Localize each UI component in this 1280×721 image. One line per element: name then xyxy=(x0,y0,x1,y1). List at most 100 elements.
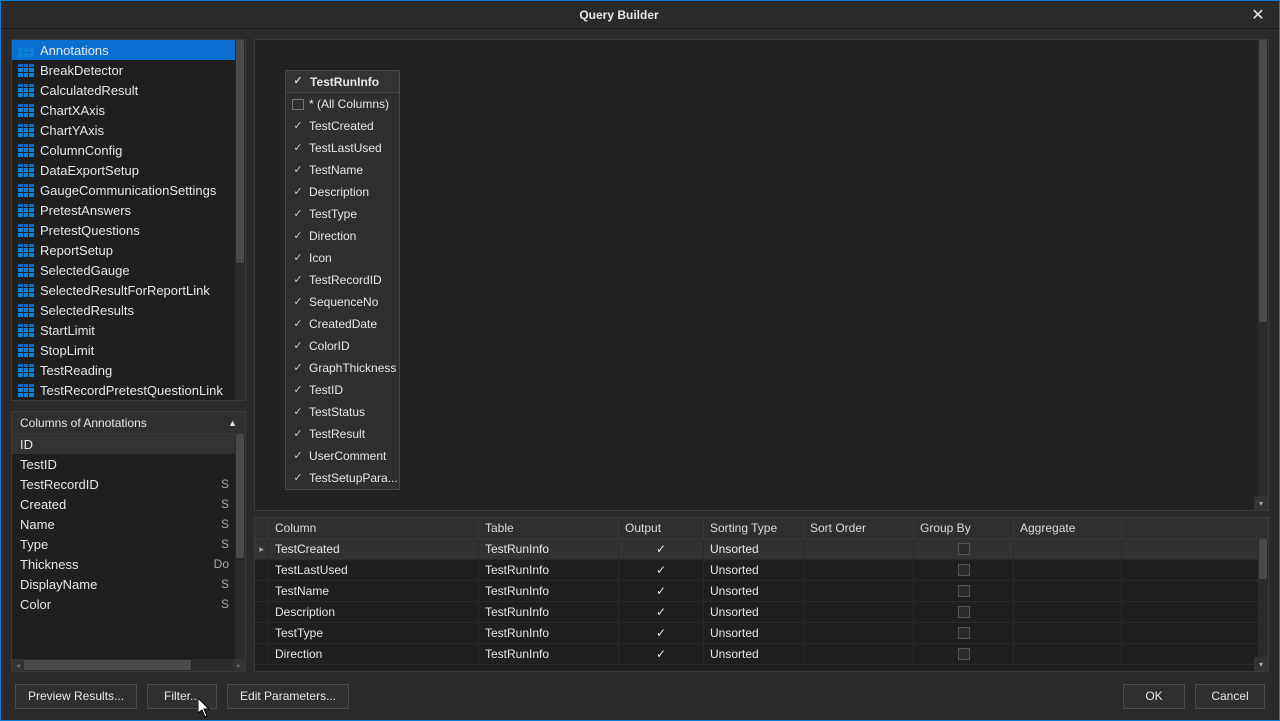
cell-column[interactable]: Description xyxy=(269,602,479,622)
column-item[interactable]: DisplayNameS xyxy=(12,574,235,594)
entity-testruninfo[interactable]: ✓ TestRunInfo * (All Columns)✓TestCreate… xyxy=(285,70,400,490)
cell-sort-order[interactable] xyxy=(804,644,914,664)
checkbox-icon[interactable] xyxy=(958,606,970,618)
table-item[interactable]: Annotations xyxy=(12,40,235,60)
cell-column[interactable]: Direction xyxy=(269,644,479,664)
entity-field[interactable]: ✓CreatedDate xyxy=(286,313,399,335)
grid-row[interactable]: TestTypeTestRunInfo✓Unsorted xyxy=(255,623,1268,644)
columns-hscrollbar[interactable]: ◂ ▸ xyxy=(12,659,245,671)
tables-scrollbar[interactable] xyxy=(235,40,245,400)
check-icon[interactable]: ✓ xyxy=(292,428,304,440)
column-item[interactable]: TestID xyxy=(12,454,235,474)
grid-row[interactable]: TestNameTestRunInfo✓Unsorted xyxy=(255,581,1268,602)
checkbox-icon[interactable] xyxy=(958,564,970,576)
table-item[interactable]: ColumnConfig xyxy=(12,140,235,160)
entity-field[interactable]: ✓SequenceNo xyxy=(286,291,399,313)
check-icon[interactable]: ✓ xyxy=(292,208,304,220)
entity-field[interactable]: ✓UserComment xyxy=(286,445,399,467)
cell-sort-order[interactable] xyxy=(804,602,914,622)
entity-field[interactable]: ✓TestLastUsed xyxy=(286,137,399,159)
check-icon[interactable]: ✓ xyxy=(292,120,304,132)
grid-scrollbar[interactable] xyxy=(1258,539,1268,671)
grid-header-group-by[interactable]: Group By xyxy=(914,518,1014,538)
entity-field[interactable]: ✓TestName xyxy=(286,159,399,181)
cancel-button[interactable]: Cancel xyxy=(1195,684,1265,709)
check-icon[interactable]: ✓ xyxy=(292,318,304,330)
cell-sorting-type[interactable]: Unsorted xyxy=(704,539,804,559)
table-item[interactable]: StopLimit xyxy=(12,340,235,360)
grid-header-sorting-type[interactable]: Sorting Type xyxy=(704,518,804,538)
entity-field[interactable]: ✓TestRecordID xyxy=(286,269,399,291)
entity-header[interactable]: ✓ TestRunInfo xyxy=(286,71,399,93)
table-item[interactable]: BreakDetector xyxy=(12,60,235,80)
cell-column[interactable]: TestLastUsed xyxy=(269,560,479,580)
cell-output[interactable]: ✓ xyxy=(619,581,704,601)
entity-field[interactable]: ✓TestStatus xyxy=(286,401,399,423)
cell-output[interactable]: ✓ xyxy=(619,602,704,622)
grid-scroll-down-icon[interactable]: ▾ xyxy=(1254,657,1268,671)
column-item[interactable]: TypeS xyxy=(12,534,235,554)
check-icon[interactable]: ✓ xyxy=(292,472,304,484)
table-item[interactable]: SelectedGauge xyxy=(12,260,235,280)
cell-group-by[interactable] xyxy=(914,581,1014,601)
cell-output[interactable]: ✓ xyxy=(619,623,704,643)
cell-table[interactable]: TestRunInfo xyxy=(479,581,619,601)
grid-row[interactable]: DescriptionTestRunInfo✓Unsorted xyxy=(255,602,1268,623)
cell-output[interactable]: ✓ xyxy=(619,560,704,580)
cell-aggregate[interactable] xyxy=(1014,539,1122,559)
table-item[interactable]: DataExportSetup xyxy=(12,160,235,180)
entity-field[interactable]: ✓TestResult xyxy=(286,423,399,445)
entity-field[interactable]: ✓TestType xyxy=(286,203,399,225)
grid-header-sort-order[interactable]: Sort Order xyxy=(804,518,914,538)
cell-sorting-type[interactable]: Unsorted xyxy=(704,560,804,580)
table-item[interactable]: StartLimit xyxy=(12,320,235,340)
check-icon[interactable]: ✓ xyxy=(292,450,304,462)
table-item[interactable]: GaugeCommunicationSettings xyxy=(12,180,235,200)
entity-field[interactable]: ✓Description xyxy=(286,181,399,203)
column-item[interactable]: CreatedS xyxy=(12,494,235,514)
cell-table[interactable]: TestRunInfo xyxy=(479,560,619,580)
grid-body[interactable]: ▸TestCreatedTestRunInfo✓UnsortedTestLast… xyxy=(255,539,1268,665)
column-item[interactable]: NameS xyxy=(12,514,235,534)
cell-group-by[interactable] xyxy=(914,644,1014,664)
column-item[interactable]: ID xyxy=(12,434,235,454)
cell-aggregate[interactable] xyxy=(1014,560,1122,580)
check-icon[interactable]: ✓ xyxy=(292,406,304,418)
check-icon[interactable]: ✓ xyxy=(292,384,304,396)
grid-header-column[interactable]: Column xyxy=(269,518,479,538)
cell-sort-order[interactable] xyxy=(804,539,914,559)
cell-table[interactable]: TestRunInfo xyxy=(479,644,619,664)
check-icon[interactable]: ✓ xyxy=(292,274,304,286)
columns-scrollbar[interactable] xyxy=(235,434,245,659)
cell-output[interactable]: ✓ xyxy=(619,644,704,664)
grid-row[interactable]: TestLastUsedTestRunInfo✓Unsorted xyxy=(255,560,1268,581)
grid-row[interactable]: DirectionTestRunInfo✓Unsorted xyxy=(255,644,1268,665)
cell-sort-order[interactable] xyxy=(804,560,914,580)
check-icon[interactable]: ✓ xyxy=(292,340,304,352)
entity-field[interactable]: ✓TestCreated xyxy=(286,115,399,137)
cell-aggregate[interactable] xyxy=(1014,581,1122,601)
cell-sorting-type[interactable]: Unsorted xyxy=(704,644,804,664)
checkbox-icon[interactable] xyxy=(292,99,304,110)
table-item[interactable]: PretestAnswers xyxy=(12,200,235,220)
table-item[interactable]: TestRecordPretestQuestionLink xyxy=(12,380,235,400)
check-icon[interactable]: ✓ xyxy=(292,252,304,264)
grid-row[interactable]: ▸TestCreatedTestRunInfo✓Unsorted xyxy=(255,539,1268,560)
checkbox-icon[interactable] xyxy=(958,627,970,639)
cell-table[interactable]: TestRunInfo xyxy=(479,602,619,622)
cell-column[interactable]: TestCreated xyxy=(269,539,479,559)
cell-table[interactable]: TestRunInfo xyxy=(479,623,619,643)
cell-aggregate[interactable] xyxy=(1014,602,1122,622)
cell-sorting-type[interactable]: Unsorted xyxy=(704,623,804,643)
entity-field[interactable]: ✓Icon xyxy=(286,247,399,269)
grid-header-table[interactable]: Table xyxy=(479,518,619,538)
diagram-canvas[interactable]: ✓ TestRunInfo * (All Columns)✓TestCreate… xyxy=(254,39,1269,511)
cell-group-by[interactable] xyxy=(914,602,1014,622)
cell-sort-order[interactable] xyxy=(804,623,914,643)
preview-results-button[interactable]: Preview Results... xyxy=(15,684,137,709)
scroll-down-icon[interactable]: ▾ xyxy=(1254,496,1268,510)
close-button[interactable]: ✕ xyxy=(1237,1,1279,29)
edit-parameters-button[interactable]: Edit Parameters... xyxy=(227,684,349,709)
tables-list[interactable]: AnnotationsBreakDetectorCalculatedResult… xyxy=(12,40,245,400)
checkbox-icon[interactable] xyxy=(958,585,970,597)
